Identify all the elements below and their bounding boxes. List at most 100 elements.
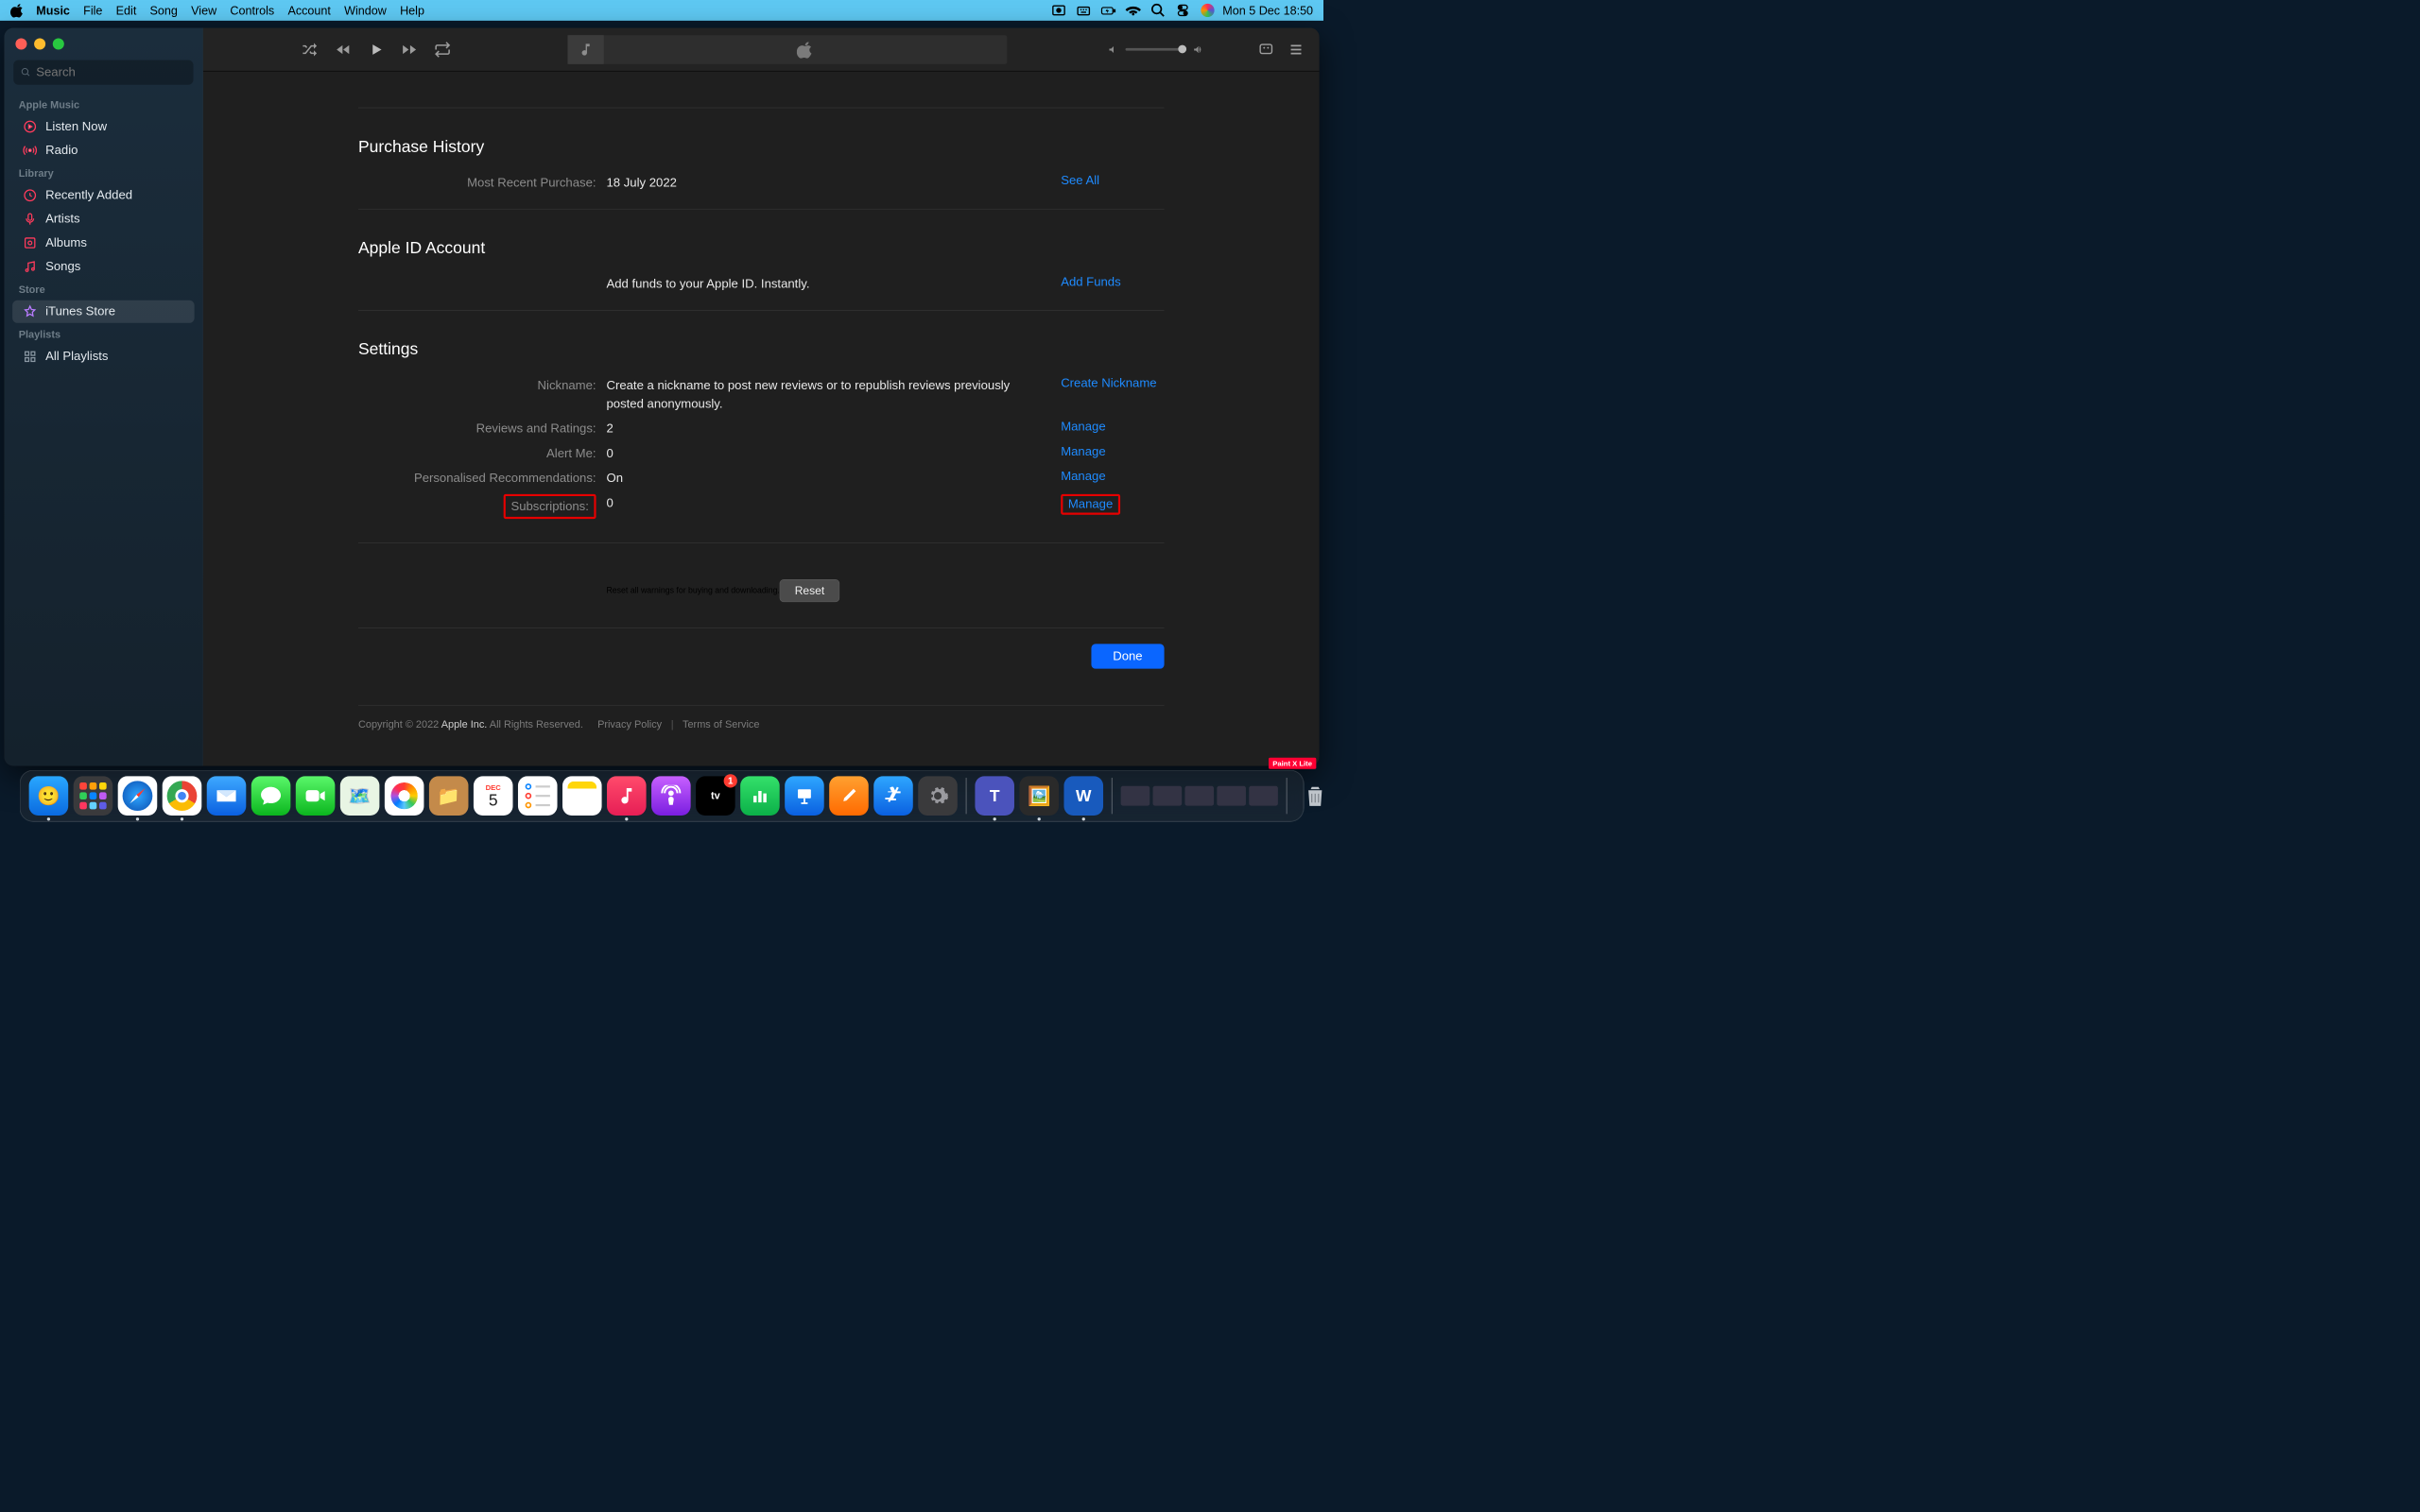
sidebar-item-all-playlists[interactable]: All Playlists — [12, 345, 195, 368]
settings-row-action-link[interactable]: Create Nickname — [1061, 376, 1156, 390]
dock-trash[interactable] — [1295, 776, 1335, 816]
previous-button[interactable] — [335, 41, 353, 59]
star-icon — [23, 304, 37, 318]
dock-appstore[interactable] — [873, 776, 913, 816]
menu-view[interactable]: View — [191, 4, 216, 18]
menu-window[interactable]: Window — [344, 4, 387, 18]
sidebar-item-artists[interactable]: Artists — [12, 208, 195, 231]
broadcast-icon — [23, 143, 37, 157]
sidebar-item-label: All Playlists — [45, 350, 108, 364]
dock-facetime[interactable] — [296, 776, 336, 816]
volume-slider[interactable] — [1126, 48, 1187, 51]
menu-edit[interactable]: Edit — [116, 4, 137, 18]
dock-mail[interactable] — [207, 776, 247, 816]
next-button[interactable] — [401, 41, 419, 59]
siri-icon[interactable] — [1200, 3, 1215, 18]
maximize-button[interactable] — [53, 38, 64, 49]
search-icon — [21, 67, 31, 78]
dock-safari[interactable] — [118, 776, 158, 816]
sidebar-item-albums[interactable]: Albums — [12, 232, 195, 254]
settings-section: Settings Nickname:Create a nickname to p… — [358, 310, 1165, 522]
volume-control[interactable] — [1108, 43, 1204, 55]
battery-icon[interactable] — [1100, 3, 1115, 18]
sidebar-item-songs[interactable]: Songs — [12, 255, 195, 278]
dock-maps[interactable]: 🗺️ — [340, 776, 380, 816]
settings-row-action-link[interactable]: Manage — [1061, 470, 1105, 484]
close-button[interactable] — [15, 38, 26, 49]
menu-help[interactable]: Help — [400, 4, 424, 18]
add-funds-text: Add funds to your Apple ID. Instantly. — [606, 275, 1061, 294]
apple-menu-icon[interactable] — [10, 3, 25, 17]
privacy-policy-link[interactable]: Privacy Policy — [597, 719, 662, 730]
dock-reminders[interactable] — [518, 776, 558, 816]
dock-pages[interactable] — [829, 776, 869, 816]
repeat-button[interactable] — [434, 41, 452, 59]
search-input[interactable] — [36, 65, 186, 79]
now-playing-display[interactable] — [567, 35, 1007, 64]
dock-system-preferences[interactable] — [918, 776, 958, 816]
settings-row: Alert Me:0Manage — [358, 441, 1165, 466]
dock-numbers[interactable] — [740, 776, 780, 816]
see-all-link[interactable]: See All — [1061, 174, 1099, 188]
menu-controls[interactable]: Controls — [230, 4, 274, 18]
shuffle-button[interactable] — [302, 41, 320, 59]
dock-separator-2 — [1112, 778, 1113, 814]
dock-drive[interactable]: 📁 — [429, 776, 469, 816]
player-bar — [203, 28, 1320, 72]
menu-account[interactable]: Account — [287, 4, 330, 18]
control-center-icon[interactable] — [1175, 3, 1190, 18]
dock-photos[interactable] — [385, 776, 424, 816]
search-input-container[interactable] — [13, 60, 193, 84]
dock-chrome[interactable] — [163, 776, 202, 816]
menu-song[interactable]: Song — [150, 4, 178, 18]
settings-row-value: On — [606, 470, 1061, 489]
play-circle-icon — [23, 119, 37, 133]
dock-separator-3 — [1287, 778, 1288, 814]
dock-word[interactable]: W — [1063, 776, 1103, 816]
minimize-button[interactable] — [34, 38, 45, 49]
keyboard-input-icon[interactable] — [1076, 3, 1091, 18]
menubar-datetime[interactable]: Mon 5 Dec 18:50 — [1222, 4, 1313, 18]
sidebar-item-recently-added[interactable]: Recently Added — [12, 184, 195, 207]
dock-launchpad[interactable] — [74, 776, 113, 816]
sidebar-item-radio[interactable]: Radio — [12, 139, 195, 162]
settings-row-action-link[interactable]: Manage — [1068, 497, 1113, 511]
queue-button[interactable] — [1288, 42, 1304, 57]
menubar-app-name[interactable]: Music — [36, 4, 70, 18]
sidebar-item-label: Songs — [45, 260, 80, 274]
dock-separator — [966, 778, 967, 814]
wifi-icon[interactable] — [1125, 3, 1140, 18]
dock: 🙂 🗺️ 📁 DEC5 tv1 T 🖼️ W — [20, 770, 1304, 822]
spotlight-icon[interactable] — [1150, 3, 1166, 18]
dock-podcasts[interactable] — [651, 776, 691, 816]
reset-warnings-text: Reset all warnings for buying and downlo… — [606, 586, 779, 595]
lyrics-button[interactable] — [1258, 42, 1273, 57]
dock-tv[interactable]: tv1 — [696, 776, 735, 816]
add-funds-link[interactable]: Add Funds — [1061, 275, 1120, 289]
sidebar-item-listen-now[interactable]: Listen Now — [12, 115, 195, 138]
reset-button[interactable]: Reset — [780, 579, 839, 602]
menu-file[interactable]: File — [83, 4, 102, 18]
sidebar-item-label: Recently Added — [45, 188, 132, 202]
dock-minimized-windows[interactable] — [1121, 786, 1278, 806]
sidebar-item-label: Radio — [45, 143, 78, 157]
dock-keynote[interactable] — [785, 776, 824, 816]
settings-row: Subscriptions:0Manage — [358, 491, 1165, 523]
dock-messages[interactable] — [251, 776, 291, 816]
terms-link[interactable]: Terms of Service — [683, 719, 759, 730]
dock-finder[interactable]: 🙂 — [29, 776, 69, 816]
sidebar-item-label: Listen Now — [45, 119, 107, 133]
dock-calendar[interactable]: DEC5 — [474, 776, 513, 816]
settings-row-action-link[interactable]: Manage — [1061, 420, 1105, 434]
settings-row-action-link[interactable]: Manage — [1061, 444, 1105, 458]
screen-record-icon[interactable] — [1051, 3, 1066, 18]
dock-music[interactable] — [607, 776, 647, 816]
done-button[interactable]: Done — [1091, 644, 1164, 668]
dock-teams[interactable]: T — [975, 776, 1014, 816]
sidebar-item-itunes-store[interactable]: iTunes Store — [12, 301, 195, 323]
play-button[interactable] — [368, 41, 386, 59]
dock-notes[interactable] — [562, 776, 602, 816]
dock-preview[interactable]: 🖼️ — [1019, 776, 1059, 816]
settings-row: Nickname:Create a nickname to post new r… — [358, 373, 1165, 417]
note-icon — [23, 260, 37, 274]
